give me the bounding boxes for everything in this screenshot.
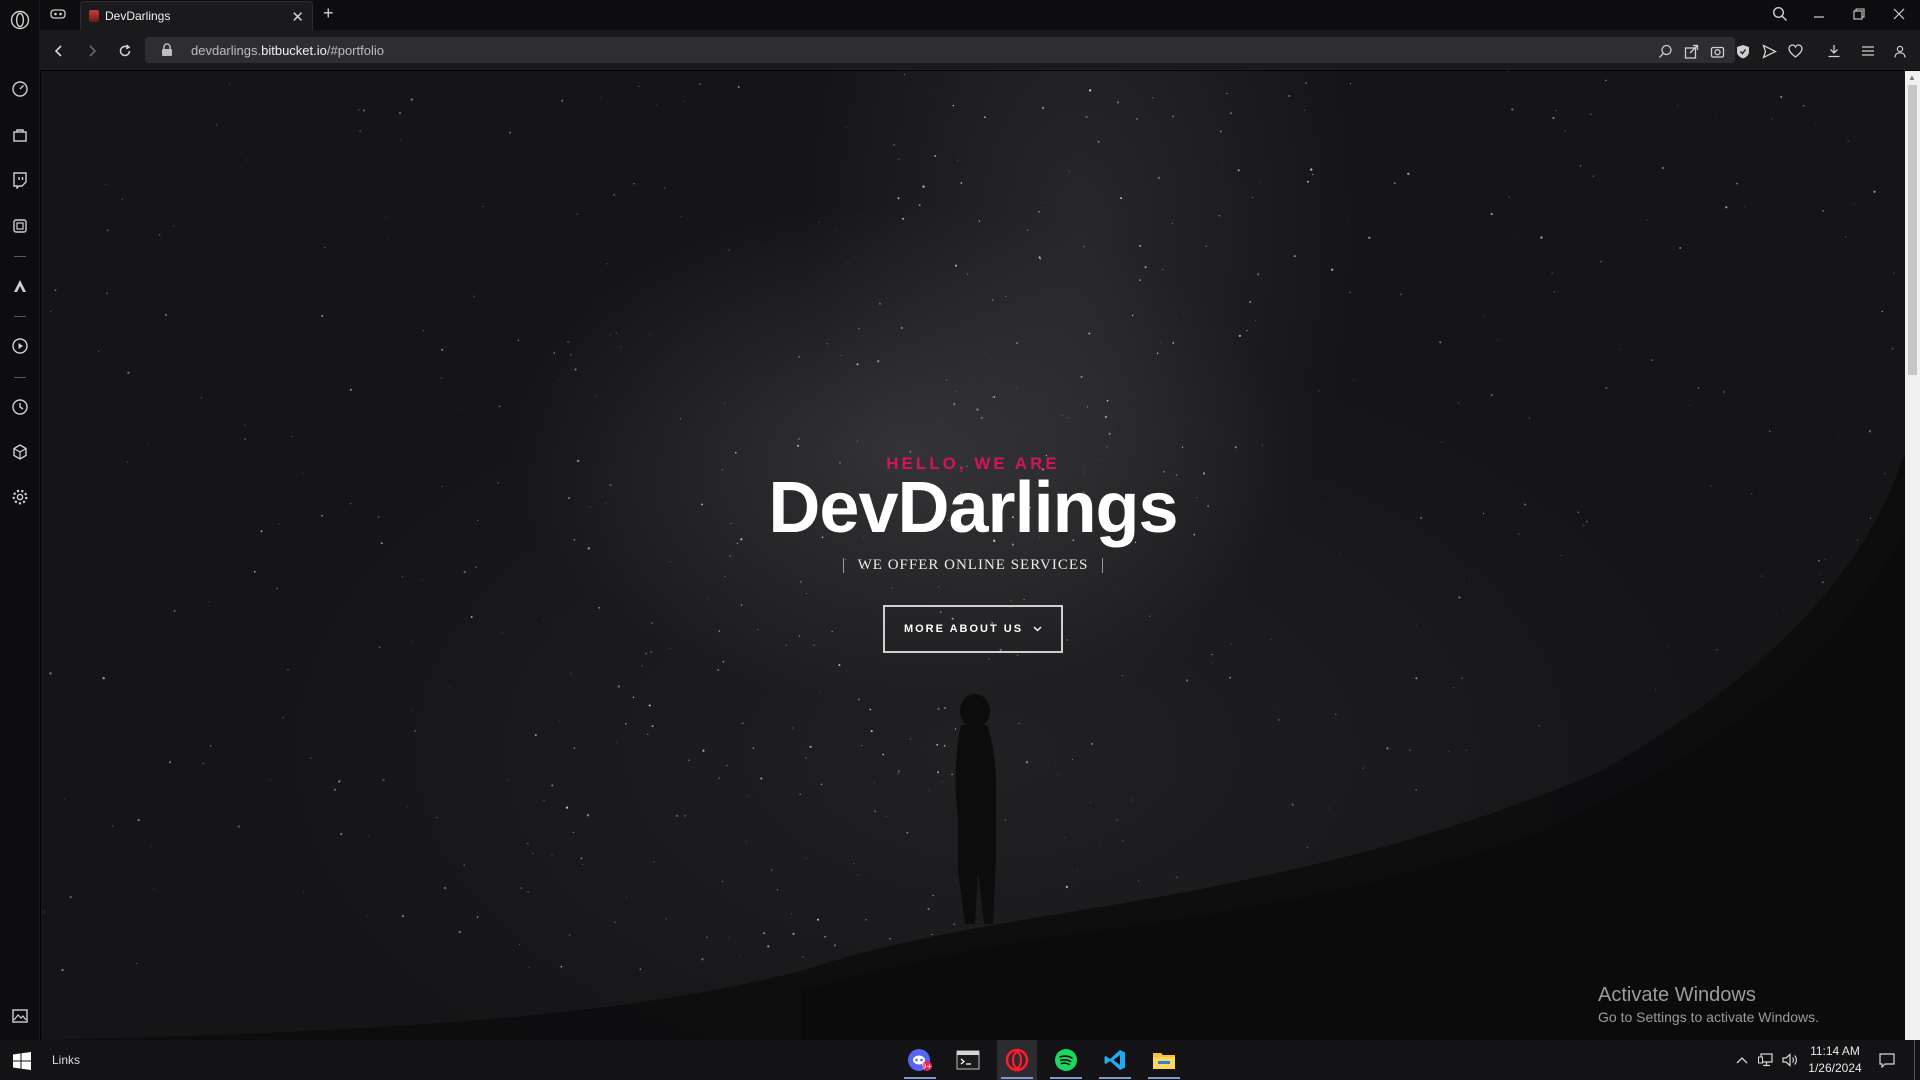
- search-tabs-icon[interactable]: [1766, 3, 1794, 25]
- hero-section: HELLO, WE ARE DevDarlings WE OFFER ONLIN…: [41, 71, 1905, 1040]
- extensions-icon[interactable]: [8, 440, 32, 464]
- close-tab-icon[interactable]: ✕: [291, 8, 304, 26]
- new-tab-button[interactable]: +: [323, 3, 334, 24]
- sidebar-separator: [14, 256, 26, 257]
- more-about-us-label: MORE ABOUT US: [903, 623, 1024, 635]
- show-desktop-divider[interactable]: [1914, 1040, 1915, 1080]
- url-host: bitbucket.io: [261, 42, 327, 58]
- page-scrollbar[interactable]: ▲: [1905, 71, 1920, 1040]
- watermark-title: Activate Windows: [1598, 984, 1756, 1006]
- tab-devdarlings[interactable]: DevDarlings ✕: [80, 1, 313, 30]
- url-path: /#portfolio: [326, 42, 384, 58]
- tab-bar: DevDarlings ✕ +: [40, 0, 1920, 30]
- profile-icon[interactable]: [1891, 42, 1909, 60]
- windows-start-icon[interactable]: [13, 1052, 31, 1070]
- sidebar-separator: [14, 377, 26, 378]
- browser-sidebar: [0, 0, 40, 1040]
- sidebar-separator: [14, 316, 26, 317]
- url-host-prefix: devdarlings.: [191, 42, 262, 58]
- site-favicon-icon: [89, 10, 99, 22]
- file-explorer-icon[interactable]: [1144, 1040, 1184, 1080]
- clock-time: 11:14 AM: [1810, 1044, 1860, 1058]
- lock-icon: [161, 43, 175, 57]
- svg-text:9+: 9+: [922, 1063, 932, 1071]
- links-toolbar-label[interactable]: Links: [52, 1053, 80, 1067]
- easy-setup-icon[interactable]: [1859, 42, 1877, 60]
- tagline-divider: [1102, 558, 1104, 574]
- minimize-icon[interactable]: [1805, 3, 1833, 25]
- music-player-icon[interactable]: [8, 214, 32, 238]
- hero-title: DevDarlings: [768, 468, 1178, 548]
- speed-dial-icon[interactable]: [8, 77, 32, 101]
- address-bar-row: devdarlings. bitbucket.io/#portfolio: [40, 30, 1920, 70]
- terminal-icon[interactable]: [948, 1040, 988, 1080]
- chevron-down-icon: [1033, 624, 1042, 634]
- scroll-up-arrow-icon[interactable]: ▲: [1908, 73, 1916, 82]
- opera-icon[interactable]: [997, 1040, 1037, 1080]
- history-icon[interactable]: [8, 395, 32, 419]
- ad-blocker-icon[interactable]: [1734, 42, 1752, 60]
- hero-tagline: WE OFFER ONLINE SERVICES: [41, 557, 1905, 574]
- taskbar-clock[interactable]: 11:14 AM 1/26/2024: [1800, 1043, 1870, 1077]
- discord-icon[interactable]: 9+: [900, 1040, 940, 1080]
- snapshot-icon[interactable]: [1708, 42, 1726, 60]
- aria-icon[interactable]: [8, 274, 32, 298]
- hillside-silhouette: [41, 451, 1905, 1040]
- tab-title: DevDarlings: [105, 9, 171, 23]
- share-icon[interactable]: [1682, 42, 1700, 60]
- restore-icon[interactable]: [1845, 3, 1873, 25]
- activate-windows-watermark: Activate Windows Go to Settings to activ…: [1598, 984, 1819, 1025]
- send-icon[interactable]: [1760, 42, 1778, 60]
- tab-islands-icon[interactable]: [44, 3, 72, 25]
- notifications-icon[interactable]: [1876, 1040, 1898, 1080]
- back-icon[interactable]: [48, 40, 70, 62]
- more-about-us-button[interactable]: MORE ABOUT US: [883, 605, 1063, 653]
- settings-icon[interactable]: [8, 485, 32, 509]
- close-window-icon[interactable]: [1885, 3, 1913, 25]
- player-icon[interactable]: [8, 334, 32, 358]
- wallpaper-icon[interactable]: [8, 1004, 32, 1028]
- tagline-divider: [842, 558, 844, 574]
- clock-date: 1/26/2024: [1808, 1061, 1862, 1075]
- bookmark-heart-icon[interactable]: [1786, 42, 1804, 60]
- forward-icon[interactable]: [81, 40, 103, 62]
- find-in-page-icon[interactable]: [1656, 42, 1674, 60]
- tagline-text: WE OFFER ONLINE SERVICES: [857, 557, 1089, 573]
- volume-icon[interactable]: [1780, 1040, 1800, 1080]
- spotify-icon[interactable]: [1046, 1040, 1086, 1080]
- url-field[interactable]: devdarlings. bitbucket.io/#portfolio: [145, 37, 1735, 63]
- opera-menu-icon[interactable]: [8, 8, 32, 32]
- twitch-icon[interactable]: [8, 168, 32, 192]
- watermark-subtitle: Go to Settings to activate Windows.: [1598, 1009, 1819, 1025]
- download-icon[interactable]: [1825, 42, 1843, 60]
- reload-icon[interactable]: [114, 40, 136, 62]
- show-hidden-icons-chevron-icon[interactable]: [1734, 1040, 1750, 1080]
- shopping-icon[interactable]: [8, 123, 32, 147]
- windows-taskbar: Links 9+ 11:14 AM 1/26/2024: [0, 1040, 1920, 1080]
- vscode-icon[interactable]: [1095, 1040, 1135, 1080]
- scrollbar-thumb[interactable]: [1908, 85, 1917, 375]
- network-icon[interactable]: [1755, 1040, 1777, 1080]
